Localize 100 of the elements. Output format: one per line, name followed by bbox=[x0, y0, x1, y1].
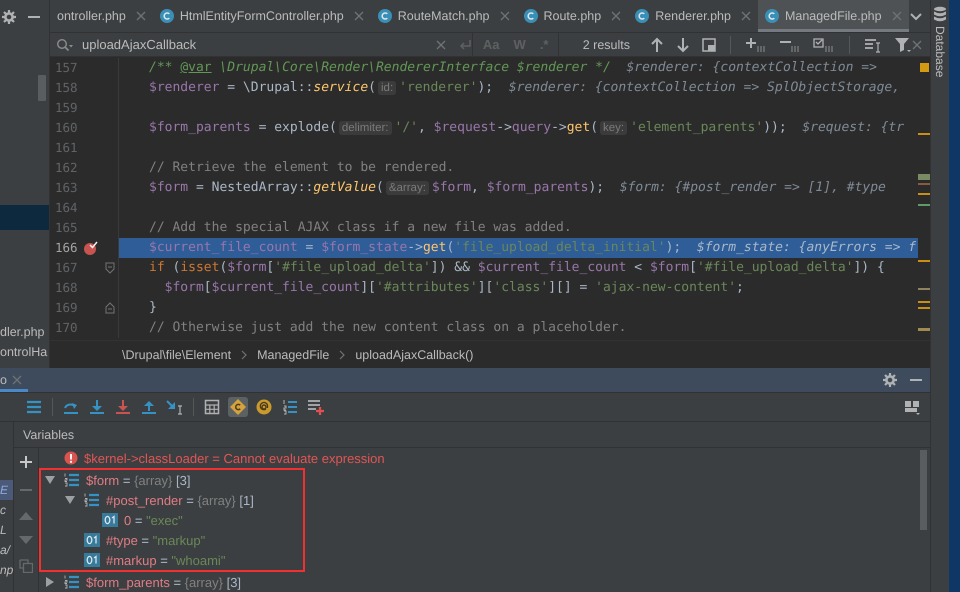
array-icon bbox=[64, 472, 80, 488]
line-number: 168 bbox=[54, 279, 79, 297]
close-icon[interactable] bbox=[611, 11, 622, 21]
add-watch-icon bbox=[307, 399, 325, 415]
fold-icon[interactable] bbox=[105, 302, 115, 314]
calculator-icon bbox=[204, 399, 220, 415]
frame-item[interactable]: c bbox=[0, 500, 13, 520]
line-number: 170 bbox=[54, 319, 79, 337]
step-out-icon bbox=[141, 399, 157, 415]
globals-button[interactable] bbox=[254, 397, 274, 417]
line-number: 158 bbox=[54, 79, 79, 97]
collapse-arrow-icon[interactable] bbox=[45, 475, 55, 485]
fold-icon[interactable] bbox=[105, 262, 115, 274]
run-to-cursor-icon bbox=[166, 399, 184, 415]
code-line: // Otherwise just add the new content class on a placeholder. bbox=[149, 319, 626, 337]
close-icon[interactable] bbox=[500, 11, 510, 21]
editor-tab[interactable]: RouteMatch.php bbox=[370, 0, 516, 32]
editor-tab[interactable]: HtmlEntityFormController.php bbox=[152, 0, 371, 32]
window-icon[interactable] bbox=[702, 38, 716, 52]
tool-window-button[interactable]: Database bbox=[931, 0, 949, 78]
collapse-arrow-icon[interactable] bbox=[65, 495, 75, 505]
variable-entry[interactable]: #markup = "whoami" bbox=[106, 552, 226, 568]
scrollbar-thumb[interactable] bbox=[38, 75, 46, 101]
settings-icon[interactable] bbox=[1, 8, 17, 24]
chevron-right-icon bbox=[338, 350, 346, 360]
code-line: /** @var \Drupal\Core\Render\RendererInterface $renderer */ $renderer: {contextCollection => bbox=[149, 59, 877, 77]
force-step-into-button[interactable] bbox=[113, 397, 133, 417]
results-count: 2 results bbox=[582, 38, 630, 52]
close-icon[interactable] bbox=[740, 11, 751, 21]
plus-icon[interactable] bbox=[19, 455, 33, 469]
execution-point-icon bbox=[26, 399, 42, 415]
line-number: 162 bbox=[54, 159, 79, 177]
filter-lines-icon[interactable] bbox=[864, 36, 882, 52]
add-watch-button[interactable] bbox=[306, 397, 326, 417]
frame-item[interactable]: L bbox=[0, 520, 13, 540]
arrow-up-icon[interactable] bbox=[650, 36, 664, 52]
constants-icon bbox=[230, 399, 246, 415]
variable-entry[interactable]: 0 = "exec" bbox=[124, 512, 183, 528]
line-number: 167 bbox=[54, 259, 79, 277]
step-into-button[interactable] bbox=[87, 397, 107, 417]
add-selection-icon[interactable] bbox=[745, 36, 767, 52]
line-number: 164 bbox=[54, 199, 79, 217]
breadcrumb-item[interactable]: ManagedFile bbox=[257, 348, 330, 362]
error-icon bbox=[64, 451, 78, 465]
calculator-button[interactable] bbox=[202, 397, 222, 417]
close-icon[interactable] bbox=[436, 40, 446, 50]
variable-entry[interactable]: $form = {array} [3] bbox=[86, 472, 190, 488]
code-line: $form = NestedArray::getValue( &array: $form, $form_parents); $form: {#post_render => [1], #type bbox=[149, 179, 886, 197]
line-number: 163 bbox=[54, 179, 79, 197]
settings-icon[interactable] bbox=[882, 372, 898, 388]
variable-entry[interactable]: $form_parents = {array} [3] bbox=[86, 574, 242, 590]
search-input[interactable]: uploadAjaxCallback bbox=[82, 36, 428, 54]
select-all-icon[interactable] bbox=[813, 36, 835, 52]
value-icon bbox=[102, 513, 118, 527]
search-icon[interactable] bbox=[56, 38, 74, 52]
value-icon bbox=[84, 553, 100, 567]
line-number: 157 bbox=[54, 59, 79, 77]
constants-button[interactable] bbox=[228, 397, 248, 417]
breadcrumb-item[interactable]: \Drupal\file\Element bbox=[122, 348, 232, 362]
line-number: 166 bbox=[54, 239, 79, 257]
array-icon bbox=[84, 492, 100, 508]
code-line: $form_parents = explode( delimiter: '/', $request->query->get( key: 'element_parents')); $request: {tr bbox=[149, 119, 904, 137]
frame-item[interactable]: a/ bbox=[0, 540, 13, 560]
variable-entry[interactable]: #post_render = {array} [1] bbox=[106, 492, 254, 508]
arrow-down-icon[interactable] bbox=[676, 36, 690, 52]
line-number: 169 bbox=[54, 299, 79, 317]
scrollbar-thumb[interactable] bbox=[920, 450, 927, 530]
variable-entry[interactable]: #type = "markup" bbox=[106, 532, 206, 548]
filter-icon[interactable] bbox=[894, 36, 912, 52]
expand-arrow-icon[interactable] bbox=[45, 577, 55, 587]
force-step-into-icon bbox=[115, 399, 131, 415]
line-number: 161 bbox=[54, 139, 79, 157]
file-item[interactable]: ontrolHa bbox=[0, 342, 49, 362]
file-item[interactable]: dler.php bbox=[0, 322, 49, 342]
code-line: // Retrieve the element to be rendered. bbox=[149, 159, 454, 177]
editor-tab[interactable]: ManagedFile.php bbox=[758, 0, 909, 32]
layout-icon[interactable] bbox=[904, 399, 920, 415]
frame-item[interactable]: np bbox=[0, 560, 13, 580]
globals-icon bbox=[256, 399, 272, 415]
close-icon[interactable] bbox=[354, 11, 364, 21]
panel-title: Variables bbox=[23, 428, 74, 442]
editor-tab[interactable]: Route.php bbox=[516, 0, 628, 32]
debug-tab[interactable]: o bbox=[0, 368, 28, 392]
close-icon[interactable] bbox=[136, 11, 146, 21]
line-number: 159 bbox=[54, 99, 79, 117]
close-icon[interactable] bbox=[912, 40, 922, 50]
array-icon bbox=[64, 574, 80, 590]
code-line: $form[$current_file_count]['#attributes']['class'][] = 'ajax-new-content'; bbox=[164, 279, 744, 297]
frame-item[interactable]: E bbox=[0, 480, 13, 500]
code-line: if (isset($form['#file_upload_delta']) && $current_file_count < $form['#file_upload_delta']) { bbox=[149, 259, 885, 277]
breakpoint-icon[interactable] bbox=[83, 240, 99, 256]
numbered-list-icon bbox=[282, 399, 298, 415]
code-line: // Add the special AJAX class if a new file was added. bbox=[149, 219, 572, 237]
value-icon bbox=[84, 533, 100, 547]
editor-tab[interactable]: Renderer.php bbox=[628, 0, 758, 32]
breadcrumb-item[interactable]: uploadAjaxCallback() bbox=[355, 348, 474, 362]
search-field[interactable]: uploadAjaxCallback bbox=[50, 33, 473, 56]
editor-tab[interactable]: ontroller.php bbox=[50, 0, 153, 32]
code-line: $current_file_count = $form_state->get('file_upload_delta_initial'); $form_state: {anyErrors => f bbox=[149, 239, 916, 257]
variable-entry[interactable]: $kernel->classLoader = Cannot evaluate expression bbox=[84, 450, 385, 466]
